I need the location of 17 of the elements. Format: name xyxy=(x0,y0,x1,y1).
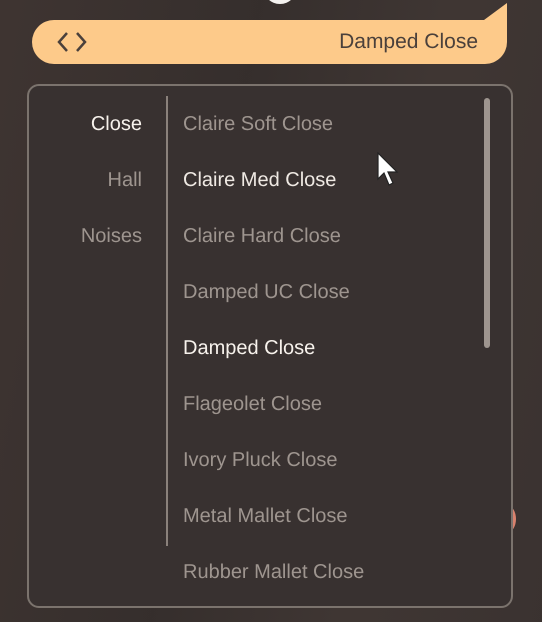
preset-item[interactable]: Claire Soft Close xyxy=(183,96,334,152)
preset-item[interactable]: Claire Hard Close xyxy=(183,208,341,264)
mouse-cursor-icon xyxy=(377,152,401,188)
preset-item[interactable]: Metal Mallet Close xyxy=(183,488,348,544)
category-item[interactable]: Noises xyxy=(80,208,142,264)
preset-item[interactable]: Rubber Mallet Close xyxy=(183,544,364,600)
preset-item[interactable]: Damped UC Close xyxy=(183,264,350,320)
preset-title: Damped Close xyxy=(339,30,478,54)
chevron-right-icon xyxy=(75,31,87,53)
preset-item[interactable]: Claire Med Close xyxy=(183,152,336,208)
scrollbar-thumb[interactable] xyxy=(484,98,490,348)
category-item[interactable]: Hall xyxy=(108,152,142,208)
chevron-left-icon xyxy=(57,31,69,53)
preset-item[interactable]: Flageolet Close xyxy=(183,376,322,432)
category-item[interactable]: Close xyxy=(90,96,142,152)
preset-item[interactable]: Damped Close xyxy=(183,320,316,376)
preset-item[interactable]: Ivory Pluck Close xyxy=(183,432,338,488)
